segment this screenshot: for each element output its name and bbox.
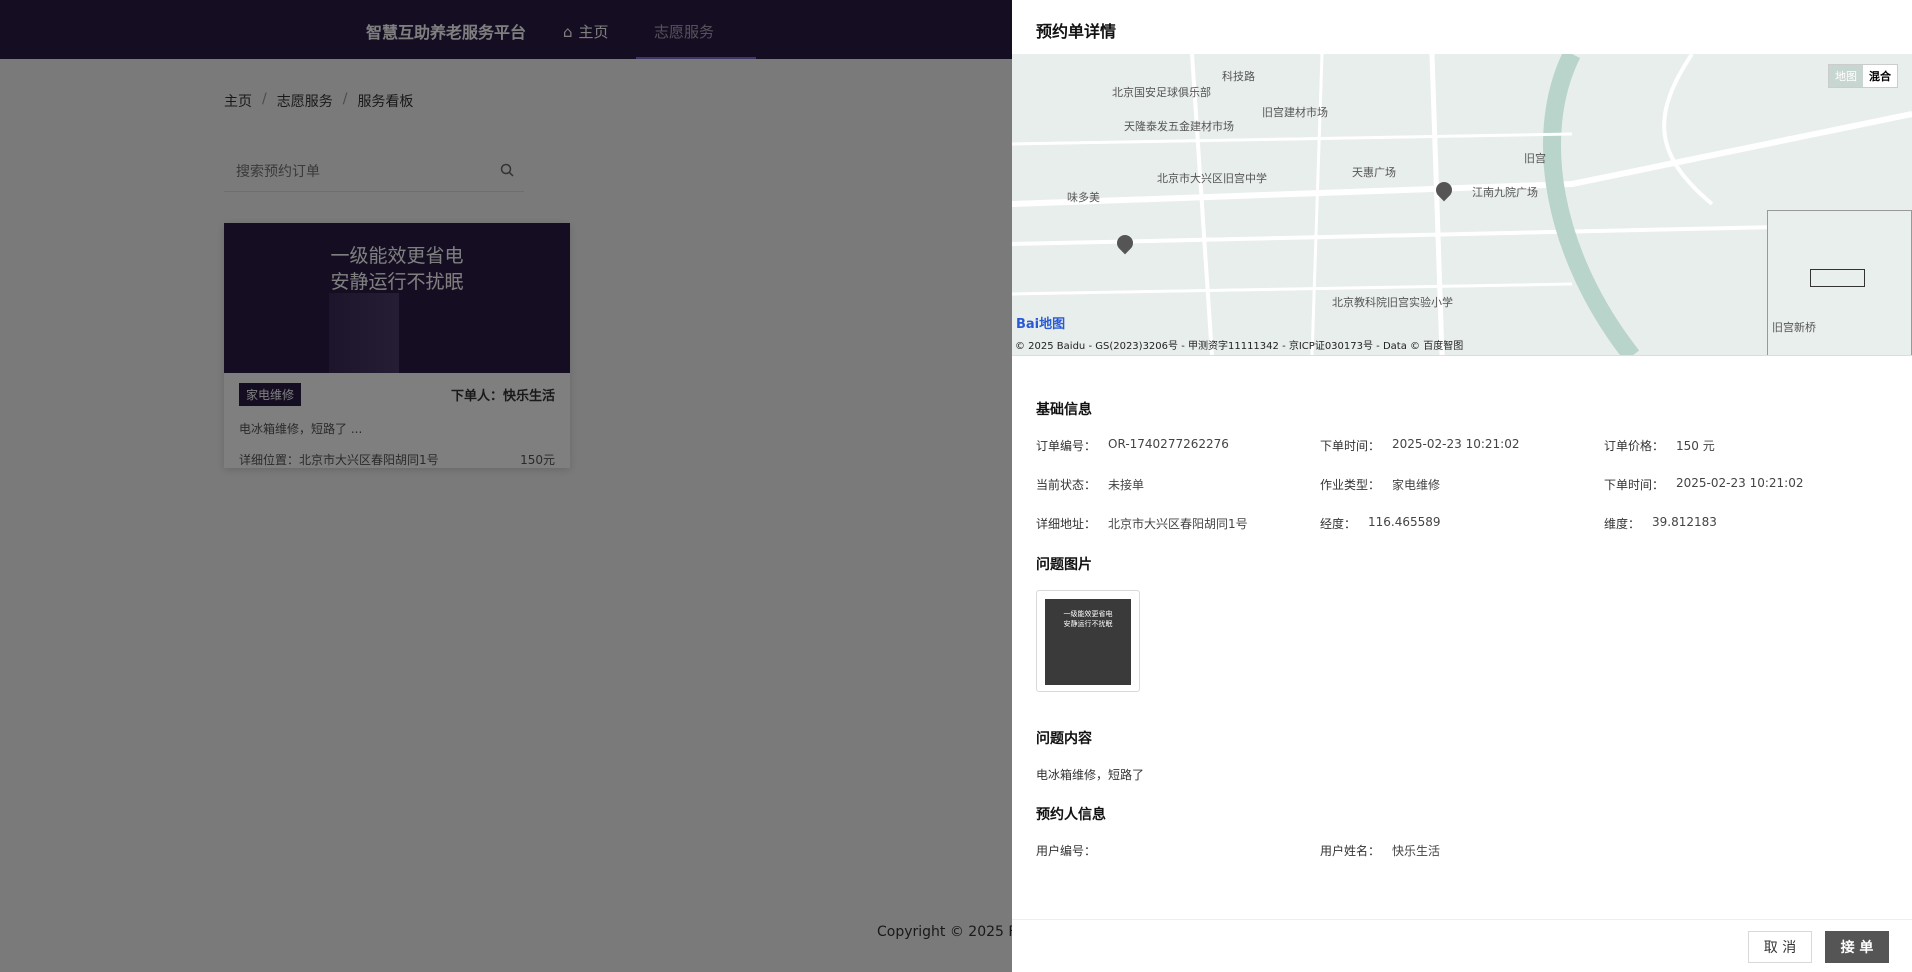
- map-type-map[interactable]: 地图: [1829, 65, 1863, 87]
- baidu-map-logo: Bai地图: [1016, 317, 1066, 332]
- problem-image: 一级能效更省电 安静运行不扰眠: [1045, 599, 1131, 685]
- info-value: 未接单: [1108, 478, 1145, 492]
- info-label: 订单价格：: [1604, 439, 1665, 453]
- info-status: 当前状态： 未接单: [1036, 476, 1144, 493]
- overview-minimap[interactable]: 旧宫新桥: [1767, 210, 1912, 355]
- info-value: 北京市大兴区春阳胡同1号: [1108, 517, 1248, 531]
- thumb-line-1: 一级能效更省电: [1063, 610, 1113, 618]
- accept-order-button[interactable]: 接 单: [1825, 931, 1889, 963]
- info-value: OR-1740277262276: [1108, 437, 1229, 451]
- info-label: 作业类型：: [1320, 478, 1381, 492]
- info-value: 150 元: [1676, 439, 1715, 453]
- info-label: 用户编号：: [1036, 844, 1097, 858]
- map-copyright: © 2025 Baidu - GS(2023)3206号 - 甲测资字11111…: [1015, 341, 1464, 352]
- problem-image-thumbnail[interactable]: 一级能效更省电 安静运行不扰眠: [1036, 590, 1140, 692]
- info-order-time: 下单时间： 2025-02-23 10:21:02: [1320, 437, 1519, 454]
- map-type-hybrid[interactable]: 混合: [1863, 65, 1897, 87]
- info-longitude: 经度： 116.465589: [1320, 515, 1441, 532]
- problem-content-title: 问题内容: [1036, 731, 1092, 747]
- map-label: 味多美: [1067, 191, 1100, 204]
- problem-images-title: 问题图片: [1036, 557, 1092, 573]
- map-label: 旧宫: [1524, 152, 1546, 165]
- booker-info-title: 预约人信息: [1036, 807, 1106, 823]
- info-value: 2025-02-23 10:21:02: [1676, 476, 1804, 490]
- minimap-viewport[interactable]: [1810, 269, 1865, 287]
- info-label: 详细地址：: [1036, 517, 1097, 531]
- info-value: 39.812183: [1652, 515, 1717, 529]
- drawer-footer: 取 消 接 单: [1012, 919, 1912, 972]
- basic-info-title: 基础信息: [1036, 402, 1092, 418]
- map-label: 北京国安足球俱乐部: [1112, 86, 1211, 99]
- info-label: 经度：: [1320, 517, 1357, 531]
- thumb-line-2: 安静运行不扰眠: [1063, 620, 1113, 628]
- info-value: 116.465589: [1368, 515, 1441, 529]
- info-label: 下单时间：: [1604, 478, 1665, 492]
- map-label: 天惠广场: [1352, 166, 1396, 179]
- info-order-price: 订单价格： 150 元: [1604, 437, 1715, 454]
- info-label: 当前状态：: [1036, 478, 1097, 492]
- map-label: 北京市大兴区旧宫中学: [1157, 172, 1267, 185]
- problem-content: 电冰箱维修，短路了: [1036, 768, 1145, 782]
- info-user-name: 用户姓名： 快乐生活: [1320, 842, 1440, 859]
- map-label: 旧宫新桥: [1772, 321, 1816, 334]
- info-label: 维度：: [1604, 517, 1641, 531]
- info-label: 用户姓名：: [1320, 844, 1381, 858]
- map-label: 北京教科院旧宫实验小学: [1332, 296, 1453, 309]
- info-order-id: 订单编号： OR-1740277262276: [1036, 437, 1229, 454]
- info-job-type: 作业类型： 家电维修: [1320, 476, 1440, 493]
- map-label: 科技路: [1222, 70, 1255, 83]
- info-latitude: 维度： 39.812183: [1604, 515, 1717, 532]
- order-detail-drawer: 预约单详情 科技路 北京国安足球俱乐部 旧宫建材市场 天隆泰发五金建材市场 北京…: [1012, 0, 1912, 972]
- map-label: 旧宫建材市场: [1262, 106, 1328, 119]
- location-map[interactable]: 科技路 北京国安足球俱乐部 旧宫建材市场 天隆泰发五金建材市场 北京市大兴区旧宫…: [1012, 54, 1912, 356]
- map-label: 江南九院广场: [1472, 186, 1538, 199]
- info-value: 2025-02-23 10:21:02: [1392, 437, 1520, 451]
- info-label: 订单编号：: [1036, 439, 1097, 453]
- info-address: 详细地址： 北京市大兴区春阳胡同1号: [1036, 515, 1248, 532]
- cancel-button[interactable]: 取 消: [1748, 931, 1812, 963]
- info-order-time-2: 下单时间： 2025-02-23 10:21:02: [1604, 476, 1803, 493]
- map-type-toggle: 地图 混合: [1828, 64, 1898, 88]
- info-value: 快乐生活: [1392, 844, 1441, 858]
- info-label: 下单时间：: [1320, 439, 1381, 453]
- map-label: 天隆泰发五金建材市场: [1124, 120, 1234, 133]
- info-value: 家电维修: [1392, 478, 1441, 492]
- drawer-title: 预约单详情: [1036, 22, 1117, 41]
- info-user-id: 用户编号：: [1036, 842, 1108, 859]
